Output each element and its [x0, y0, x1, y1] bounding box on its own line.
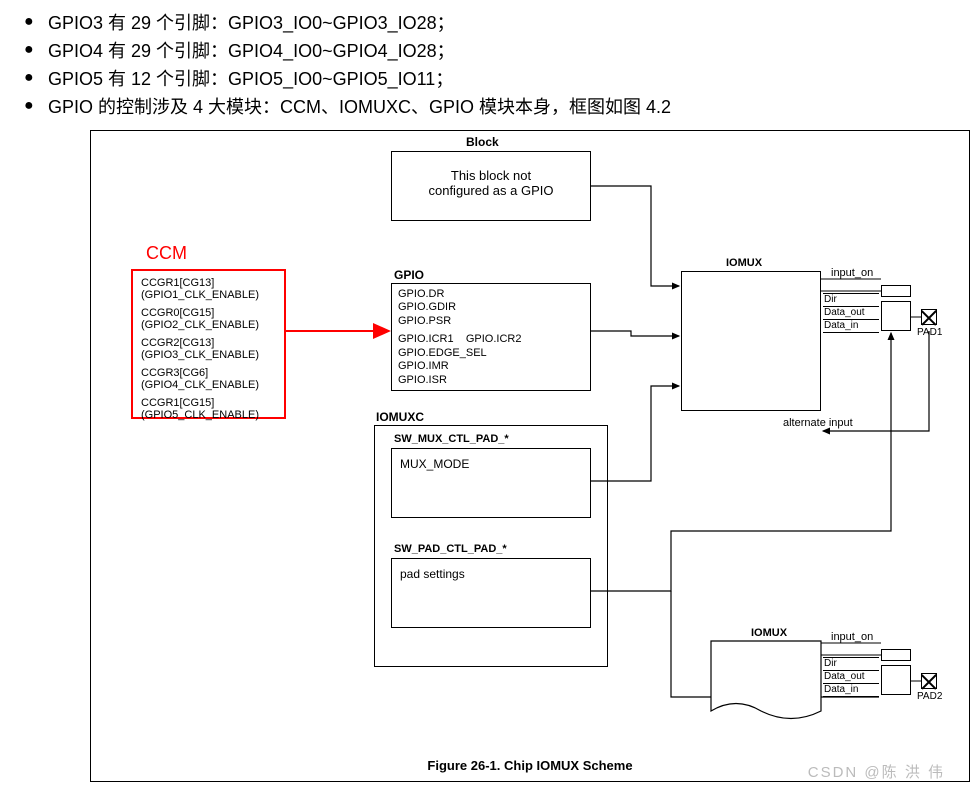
ccm-title: CCM — [146, 243, 187, 264]
gpio-reg: GPIO.IMR — [398, 360, 584, 374]
pad-driver-shape — [881, 649, 911, 661]
dir-label: Dir — [823, 293, 879, 307]
ccm-reg-sub: (GPIO3_CLK_ENABLE) — [141, 349, 259, 361]
ccm-reg: CCGR2[CG13] — [141, 337, 214, 349]
bullet-item: GPIO3 有 29 个引脚：GPIO3_IO0~GPIO3_IO28； — [20, 10, 955, 38]
pad-lines-1: Dir Data_out Data_in — [823, 293, 879, 333]
bullet-list: GPIO3 有 29 个引脚：GPIO3_IO0~GPIO3_IO28； GPI… — [20, 10, 955, 122]
input-on-label-1: input_on — [831, 267, 873, 279]
ccm-box: CCGR1[CG13](GPIO1_CLK_ENABLE) CCGR0[CG15… — [131, 269, 286, 419]
ccm-reg-sub: (GPIO2_CLK_ENABLE) — [141, 319, 259, 331]
dir-label: Dir — [823, 657, 879, 671]
iomuxc-title: IOMUXC — [376, 410, 424, 424]
iomux-box-1 — [681, 271, 821, 411]
pad-symbol-2 — [921, 673, 937, 689]
ccm-reg: CCGR3[CG6] — [141, 367, 208, 379]
bullet-item: GPIO 的控制涉及 4 大模块：CCM、IOMUXC、GPIO 模块本身，框图… — [20, 94, 955, 122]
gpio-reg: GPIO.ISR — [398, 374, 584, 388]
gpio-reg: GPIO.DR — [398, 288, 584, 302]
pad-symbol-1 — [921, 309, 937, 325]
gpio-reg: GPIO.ICR2 — [466, 333, 522, 345]
alt-input-label: alternate input — [783, 417, 853, 429]
mux-ctl-box: MUX_MODE — [391, 448, 591, 518]
ccm-reg-sub: (GPIO4_CLK_ENABLE) — [141, 379, 259, 391]
iomux-title-2: IOMUX — [751, 627, 787, 639]
ccm-reg: CCGR1[CG15] — [141, 397, 214, 409]
mux-mode-label: MUX_MODE — [400, 457, 469, 471]
ccm-reg-sub: (GPIO1_CLK_ENABLE) — [141, 289, 259, 301]
gpio-reg: GPIO.PSR — [398, 315, 584, 329]
ccm-reg-sub: (GPIO5_CLK_ENABLE) — [141, 409, 259, 421]
input-on-label-2: input_on — [831, 631, 873, 643]
bullet-item: GPIO5 有 12 个引脚：GPIO5_IO0~GPIO5_IO11； — [20, 66, 955, 94]
pad-ctl-title: SW_PAD_CTL_PAD_* — [394, 543, 507, 555]
pad-driver-shape — [881, 285, 911, 297]
data-in-label: Data_in — [823, 320, 879, 333]
pad2-label: PAD2 — [917, 691, 942, 702]
block-box: This block not configured as a GPIO — [391, 151, 591, 221]
block-text2: configured as a GPIO — [392, 183, 590, 198]
pad-driver-shape — [881, 665, 911, 695]
iomux-title-1: IOMUX — [726, 257, 762, 269]
gpio-reg: GPIO.EDGE_SEL — [398, 347, 584, 361]
data-in-label: Data_in — [823, 684, 879, 697]
data-out-label: Data_out — [823, 671, 879, 684]
bullet-item: GPIO4 有 29 个引脚：GPIO4_IO0~GPIO4_IO28； — [20, 38, 955, 66]
pad-lines-2: Dir Data_out Data_in — [823, 657, 879, 697]
gpio-title: GPIO — [394, 268, 424, 282]
diagram-figure: Block This block not configured as a GPI… — [90, 130, 970, 782]
gpio-reg: GPIO.GDIR — [398, 301, 584, 315]
ccm-reg: CCGR1[CG13] — [141, 277, 214, 289]
gpio-reg: GPIO.ICR1 — [398, 333, 454, 345]
pad-driver-shape — [881, 301, 911, 331]
mux-ctl-title: SW_MUX_CTL_PAD_* — [394, 433, 509, 445]
data-out-label: Data_out — [823, 307, 879, 320]
ccm-reg: CCGR0[CG15] — [141, 307, 214, 319]
pad-settings-label: pad settings — [400, 567, 465, 581]
gpio-box: GPIO.DR GPIO.GDIR GPIO.PSR GPIO.ICR1 GPI… — [391, 283, 591, 391]
pad-ctl-box: pad settings — [391, 558, 591, 628]
pad1-label: PAD1 — [917, 327, 942, 338]
watermark-text: CSDN @陈 洪 伟 — [808, 761, 945, 782]
block-text1: This block not — [392, 168, 590, 183]
block-title: Block — [466, 135, 499, 149]
